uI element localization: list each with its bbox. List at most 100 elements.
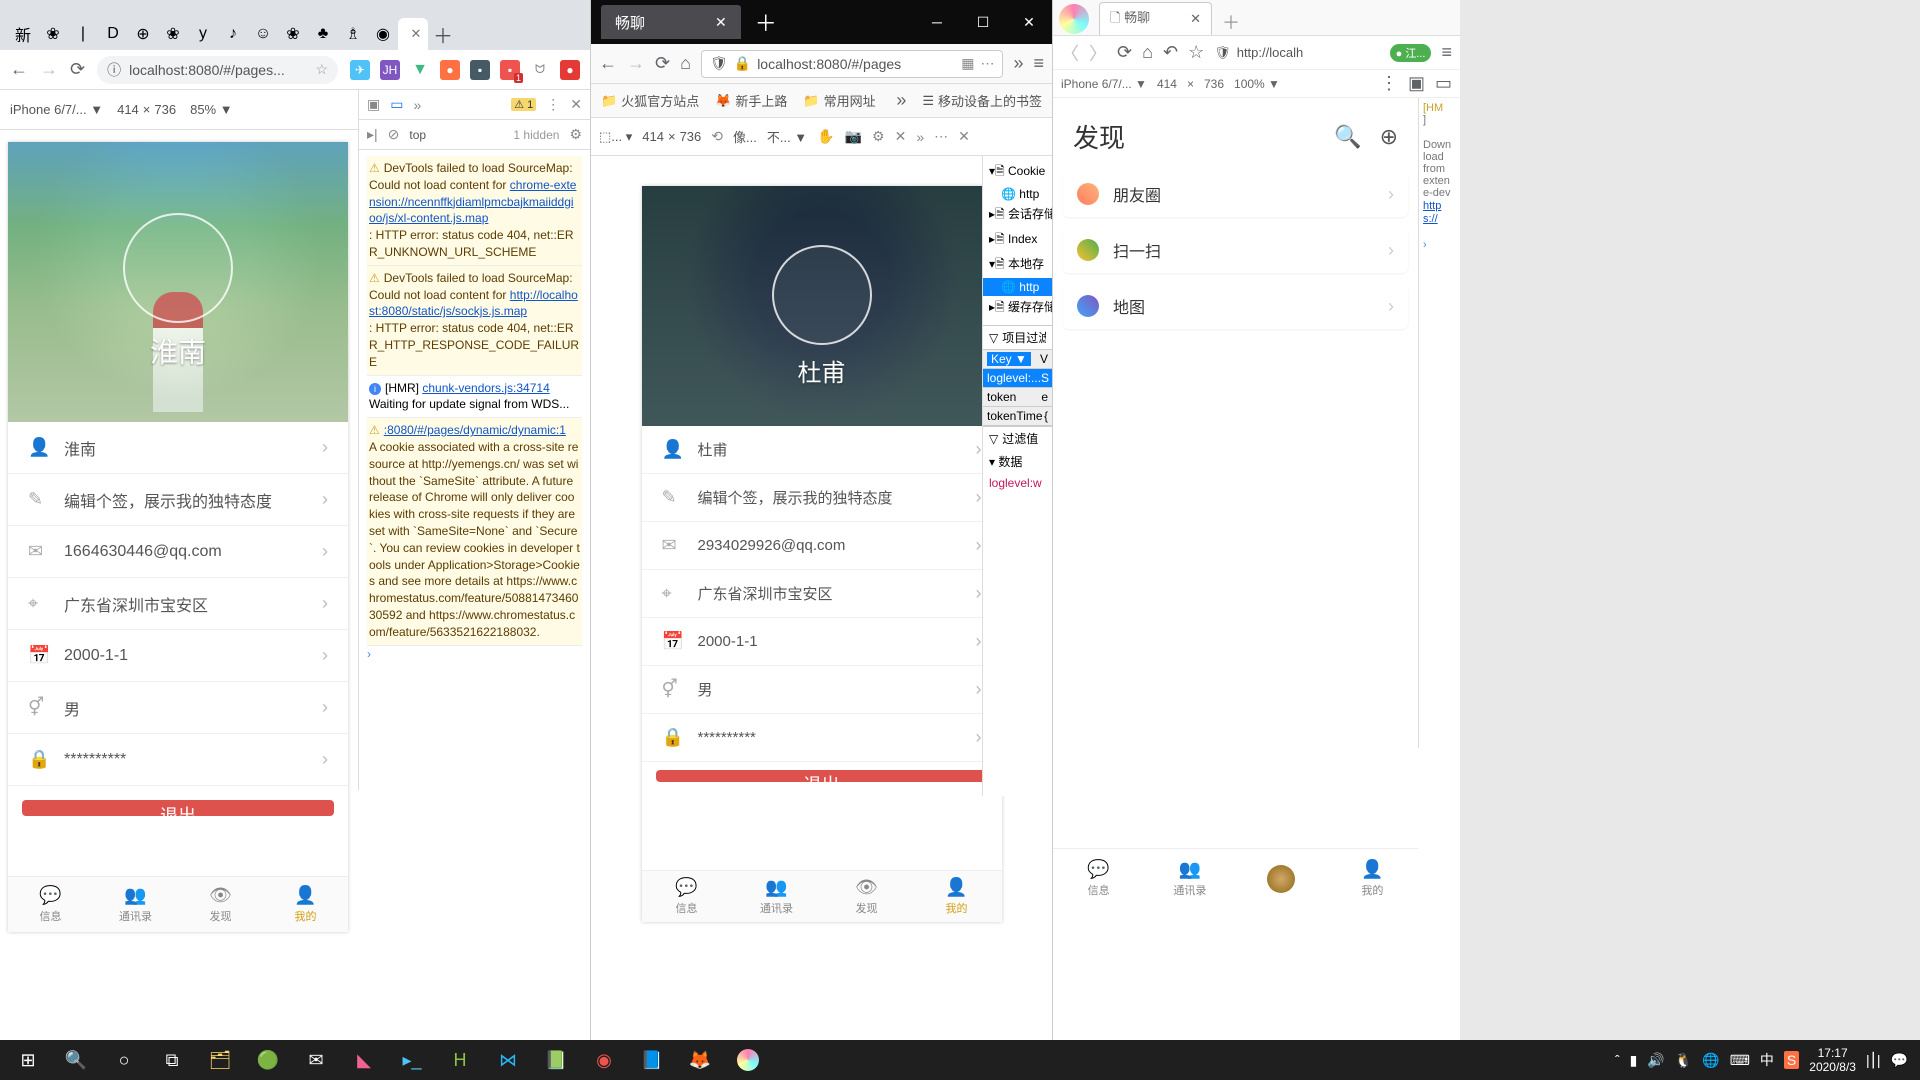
reload-icon[interactable]: ⟳: [70, 59, 85, 80]
ime-lang[interactable]: 中: [1760, 1050, 1774, 1070]
ext-icon[interactable]: ▪: [470, 60, 490, 80]
close-icon[interactable]: ✕: [958, 128, 970, 145]
ext-icon[interactable]: ▪1: [500, 60, 520, 80]
tab[interactable]: ♗: [338, 18, 368, 50]
forward-icon[interactable]: →: [40, 59, 58, 80]
close-button[interactable]: ✕: [1006, 0, 1052, 44]
bookmark[interactable]: 📁常用网址: [803, 91, 875, 110]
profile-row[interactable]: 🔒**********›: [8, 734, 348, 786]
nav-item[interactable]: [1236, 849, 1327, 908]
new-tab-button[interactable]: ＋: [1222, 9, 1240, 35]
rotate-icon[interactable]: ⟲: [711, 128, 723, 145]
avatar[interactable]: [772, 245, 872, 345]
tree-row[interactable]: ▸🗎 会话存储: [983, 203, 1052, 228]
profile-row[interactable]: ⚥男›: [8, 682, 348, 734]
nav-item[interactable]: 👤我的: [912, 871, 1002, 922]
value-filter[interactable]: ▽ 过滤值: [983, 426, 1052, 450]
hbuilder-icon[interactable]: H: [436, 1040, 484, 1080]
ext-icon[interactable]: ✈: [350, 60, 370, 80]
console-link[interactable]: :8080/#/pages/dynamic/dynamic:1: [384, 423, 566, 437]
ime-icon[interactable]: ⌨: [1730, 1052, 1750, 1069]
clock[interactable]: 17:17 2020/8/3: [1809, 1046, 1856, 1075]
height-input[interactable]: 736: [154, 102, 176, 117]
vscode-icon[interactable]: ⋈: [484, 1040, 532, 1080]
ext-icon[interactable]: ●: [560, 60, 580, 80]
clear-icon[interactable]: ⊘: [388, 126, 400, 143]
volume-icon[interactable]: 🔊: [1647, 1052, 1664, 1069]
table-row[interactable]: loglevel:...S: [983, 369, 1052, 388]
search-icon[interactable]: 🔍: [52, 1040, 100, 1080]
profile-row[interactable]: ✎编辑个签，展示我的独特态度›: [8, 474, 348, 526]
tray-icon[interactable]: 🐧: [1675, 1052, 1692, 1069]
bookmark[interactable]: 🦊新手上路: [715, 91, 787, 110]
bookmark-mobile[interactable]: ☰ 移动设备上的书签: [922, 91, 1042, 110]
width-input[interactable]: 414: [642, 129, 664, 144]
device-select[interactable]: ⬚... ▾: [599, 129, 632, 145]
more-icon[interactable]: ⋮: [1380, 73, 1398, 94]
nav-item[interactable]: 👁发现: [822, 871, 912, 922]
tab[interactable]: 新: [8, 18, 38, 50]
nav-item[interactable]: 💬信息: [642, 871, 732, 922]
profile-row[interactable]: 👤杜甫›: [642, 426, 1002, 474]
undo-icon[interactable]: ↶: [1163, 42, 1178, 63]
overflow-icon[interactable]: »: [1013, 53, 1023, 74]
back-icon[interactable]: ←: [599, 53, 617, 74]
taskview-icon[interactable]: ⧉: [148, 1040, 196, 1080]
ext-vue-icon[interactable]: ▼: [410, 60, 430, 80]
powershell-icon[interactable]: ▸_: [388, 1040, 436, 1080]
app-icon[interactable]: ◣: [340, 1040, 388, 1080]
zoom-select[interactable]: 85% ▼: [190, 102, 233, 117]
tab-active[interactable]: 畅聊 ✕: [601, 5, 741, 39]
back-icon[interactable]: 〈: [1061, 40, 1079, 66]
height-input[interactable]: 736: [1204, 77, 1224, 91]
tree-row[interactable]: 🌐 http: [983, 278, 1052, 296]
overflow-icon[interactable]: »: [896, 90, 906, 111]
cortana-icon[interactable]: ○: [100, 1040, 148, 1080]
ext-icon[interactable]: JH: [380, 60, 400, 80]
device-select[interactable]: iPhone 6/7/... ▼: [1061, 77, 1147, 91]
screenshot-icon[interactable]: 📷: [845, 128, 862, 145]
url-bar[interactable]: 🛡 http://localh: [1214, 45, 1379, 61]
overflow-icon[interactable]: »: [916, 129, 924, 145]
firefox-icon[interactable]: 🦊: [676, 1040, 724, 1080]
logout-button[interactable]: 退出: [22, 800, 334, 816]
width-input[interactable]: 414: [1157, 77, 1177, 91]
forward-icon[interactable]: →: [627, 53, 645, 74]
discover-item[interactable]: 朋友圈›: [1063, 171, 1408, 217]
tab[interactable]: ♪: [218, 18, 248, 50]
tab[interactable]: D: [98, 18, 128, 50]
warning-badge[interactable]: ⚠ 1: [511, 98, 536, 111]
browser-icon[interactable]: [724, 1040, 772, 1080]
tab[interactable]: ◉: [368, 18, 398, 50]
search-icon[interactable]: 🔍: [1334, 124, 1361, 150]
nav-item[interactable]: 👤我的: [1327, 849, 1418, 908]
nav-item[interactable]: 💬信息: [8, 877, 93, 932]
qr-icon[interactable]: ▦: [961, 55, 974, 72]
device-toggle-icon[interactable]: ▭: [390, 96, 403, 113]
close-icon[interactable]: ✕: [570, 96, 582, 113]
network-icon[interactable]: 🌐: [1702, 1052, 1719, 1069]
tree-row[interactable]: ▾🗎 Cookie: [983, 160, 1052, 185]
nav-item[interactable]: 👥通讯录: [1144, 849, 1235, 908]
browser-logo-icon[interactable]: [1059, 4, 1089, 34]
discover-item[interactable]: 扫一扫›: [1063, 227, 1408, 273]
profile-row[interactable]: ⌖广东省深圳市宝安区›: [8, 578, 348, 630]
sidebar-toggle-icon[interactable]: ▸|: [367, 126, 378, 143]
height-input[interactable]: 736: [680, 129, 702, 144]
sogou-icon[interactable]: S: [1784, 1051, 1799, 1069]
table-header[interactable]: Key ▼V: [983, 350, 1052, 369]
console-link[interactable]: chunk-vendors.js:34714: [422, 381, 549, 395]
inspect-icon[interactable]: ▣: [367, 96, 380, 113]
console-link[interactable]: http://localhost:8080/static/js/sockjs.j…: [369, 288, 578, 319]
nav-item[interactable]: 👥通讯录: [93, 877, 178, 932]
profile-row[interactable]: ⌖广东省深圳市宝安区›: [642, 570, 1002, 618]
mail-icon[interactable]: ✉: [292, 1040, 340, 1080]
nav-item[interactable]: 👥通讯录: [732, 871, 822, 922]
zoom-select[interactable]: 100% ▼: [1234, 77, 1280, 91]
tab[interactable]: ☺: [248, 18, 278, 50]
profile-row[interactable]: 📅2000-1-1›: [642, 618, 1002, 666]
profile-row[interactable]: 🔒**********›: [642, 714, 1002, 762]
profile-row[interactable]: 📅2000-1-1›: [8, 630, 348, 682]
ext-icon[interactable]: ᗢ: [530, 60, 550, 80]
more-icon[interactable]: ⋮: [546, 96, 560, 113]
